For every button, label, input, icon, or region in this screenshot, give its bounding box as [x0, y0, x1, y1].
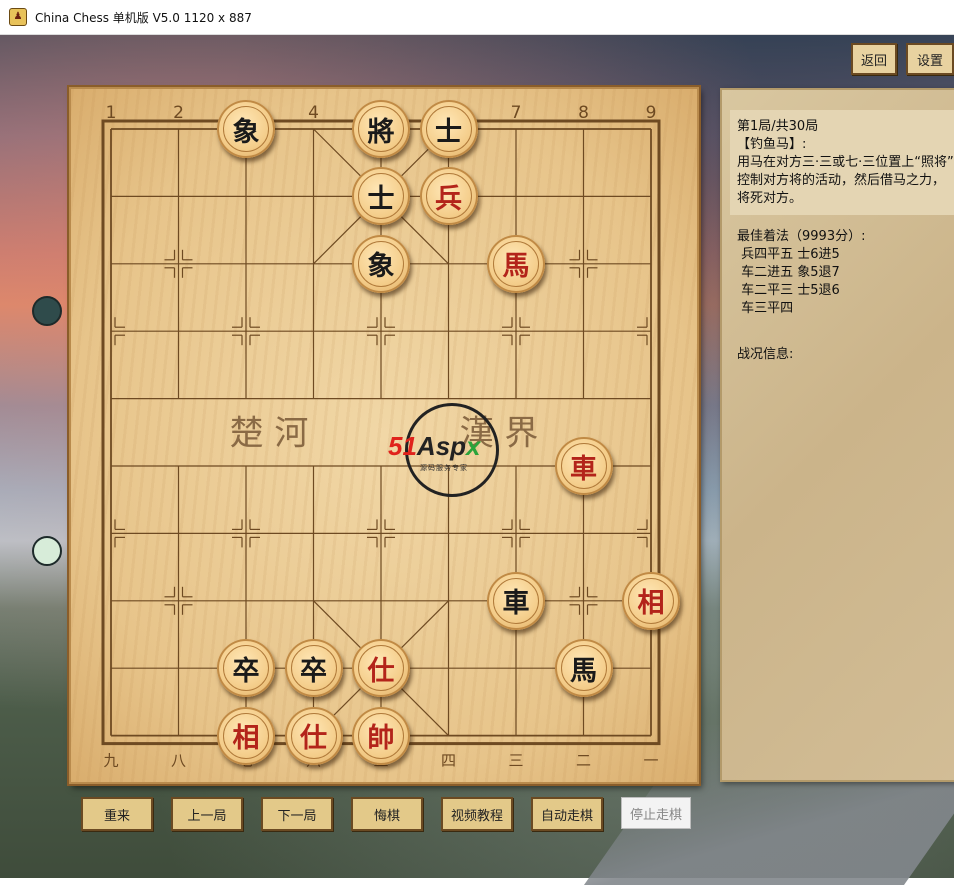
file-number-bottom: 二: [576, 752, 591, 770]
file-number-bottom: 四: [441, 752, 456, 770]
piece-black[interactable]: 車: [487, 571, 545, 630]
piece-label: 相: [232, 723, 260, 755]
piece-label: 士: [435, 116, 462, 148]
file-number-top: 8: [578, 103, 589, 123]
piece-label: 仕: [367, 655, 395, 687]
stop-auto-play-button[interactable]: 停止走棋: [621, 797, 691, 829]
river-label-chu: 楚 河: [230, 414, 309, 454]
title-bar: ♟ China Chess 单机版 V5.0 1120 x 887: [0, 0, 954, 35]
piece-label: 相: [637, 588, 665, 620]
piece-black[interactable]: 卒: [217, 639, 275, 698]
video-tutorial-button[interactable]: 视频教程: [441, 797, 513, 831]
piece-label: 車: [570, 453, 597, 485]
best-move-4: 车三平四: [737, 301, 794, 316]
back-button[interactable]: 返回: [851, 43, 897, 75]
piece-label: 兵: [435, 183, 462, 215]
best-moves-title: 最佳着法（9993分）:: [737, 229, 866, 244]
piece-red[interactable]: 相: [622, 571, 680, 630]
puzzle-desc-line-1: 用马在对方三·三或七·三位置上“照将”: [737, 155, 954, 170]
best-move-1: 兵四平五 士6进5: [737, 247, 840, 262]
piece-black[interactable]: 象: [217, 100, 275, 158]
piece-black[interactable]: 卒: [284, 639, 343, 698]
restart-button[interactable]: 重来: [81, 797, 153, 831]
file-number-top: 9: [646, 103, 657, 123]
piece-red[interactable]: 兵: [419, 167, 478, 226]
puzzle-title: 【钓鱼马】:: [737, 137, 807, 152]
piece-red[interactable]: 仕: [284, 706, 343, 765]
best-move-3: 车二平三 士5退6: [737, 283, 840, 298]
undo-button[interactable]: 悔棋: [351, 797, 423, 831]
piece-red[interactable]: 車: [554, 437, 613, 495]
piece-red[interactable]: 相: [217, 706, 275, 765]
file-number-bottom: 一: [643, 752, 658, 770]
file-number-top: 1: [106, 103, 117, 123]
window-title: China Chess 单机版 V5.0 1120 x 887: [35, 10, 252, 25]
piece-red[interactable]: 帥: [352, 706, 410, 765]
chess-app-icon: ♟: [9, 8, 27, 26]
piece-black[interactable]: 將: [352, 100, 410, 158]
puzzle-desc-line-2: 控制对方将的活动，然后借马之力，: [737, 173, 946, 188]
turn-indicator-black: [32, 296, 62, 326]
turn-indicator-red: [32, 536, 62, 566]
best-move-2: 车二进五 象5退7: [737, 265, 840, 280]
file-number-top: 7: [511, 103, 522, 123]
file-number-top: 2: [173, 103, 184, 123]
piece-label: 卒: [232, 655, 260, 687]
piece-label: 車: [502, 588, 530, 620]
file-number-top: 4: [308, 103, 319, 123]
puzzle-desc-line-3: 将死对方。: [737, 191, 803, 206]
chess-board[interactable]: 123456789九八七六五四三二一楚 河漢 界 51Aspx 源码服务专家 象…: [69, 87, 699, 784]
piece-black[interactable]: 象: [352, 234, 410, 293]
piece-label: 馬: [570, 655, 597, 687]
piece-red[interactable]: 仕: [352, 639, 410, 698]
piece-label: 帥: [367, 723, 395, 755]
piece-label: 象: [367, 251, 395, 283]
piece-label: 將: [367, 116, 395, 148]
watermark-text: 51Aspx: [388, 431, 481, 461]
piece-label: 卒: [300, 655, 327, 687]
piece-red[interactable]: 馬: [487, 234, 545, 293]
piece-label: 士: [367, 183, 395, 215]
auto-play-button[interactable]: 自动走棋: [531, 797, 603, 831]
next-game-button[interactable]: 下一局: [261, 797, 333, 831]
piece-label: 馬: [502, 251, 530, 283]
file-number-bottom: 八: [171, 752, 186, 770]
piece-black[interactable]: 士: [419, 100, 478, 158]
file-number-bottom: 九: [103, 752, 118, 770]
piece-black[interactable]: 馬: [554, 639, 613, 698]
prev-game-button[interactable]: 上一局: [171, 797, 243, 831]
info-panel: 第1局/共30局 【钓鱼马】: 用马在对方三·三或七·三位置上“照将” 控制对方…: [720, 88, 954, 782]
settings-button[interactable]: 设置: [906, 43, 954, 75]
piece-label: 仕: [300, 723, 327, 755]
piece-label: 象: [232, 116, 260, 148]
game-index: 第1局/共30局: [737, 119, 819, 134]
piece-black[interactable]: 士: [352, 167, 410, 226]
watermark-logo: 51Aspx 源码服务专家: [388, 403, 501, 497]
watermark-subtitle: 源码服务专家: [420, 464, 468, 472]
battle-info-label: 战况信息:: [737, 347, 794, 362]
file-number-bottom: 三: [508, 752, 523, 770]
